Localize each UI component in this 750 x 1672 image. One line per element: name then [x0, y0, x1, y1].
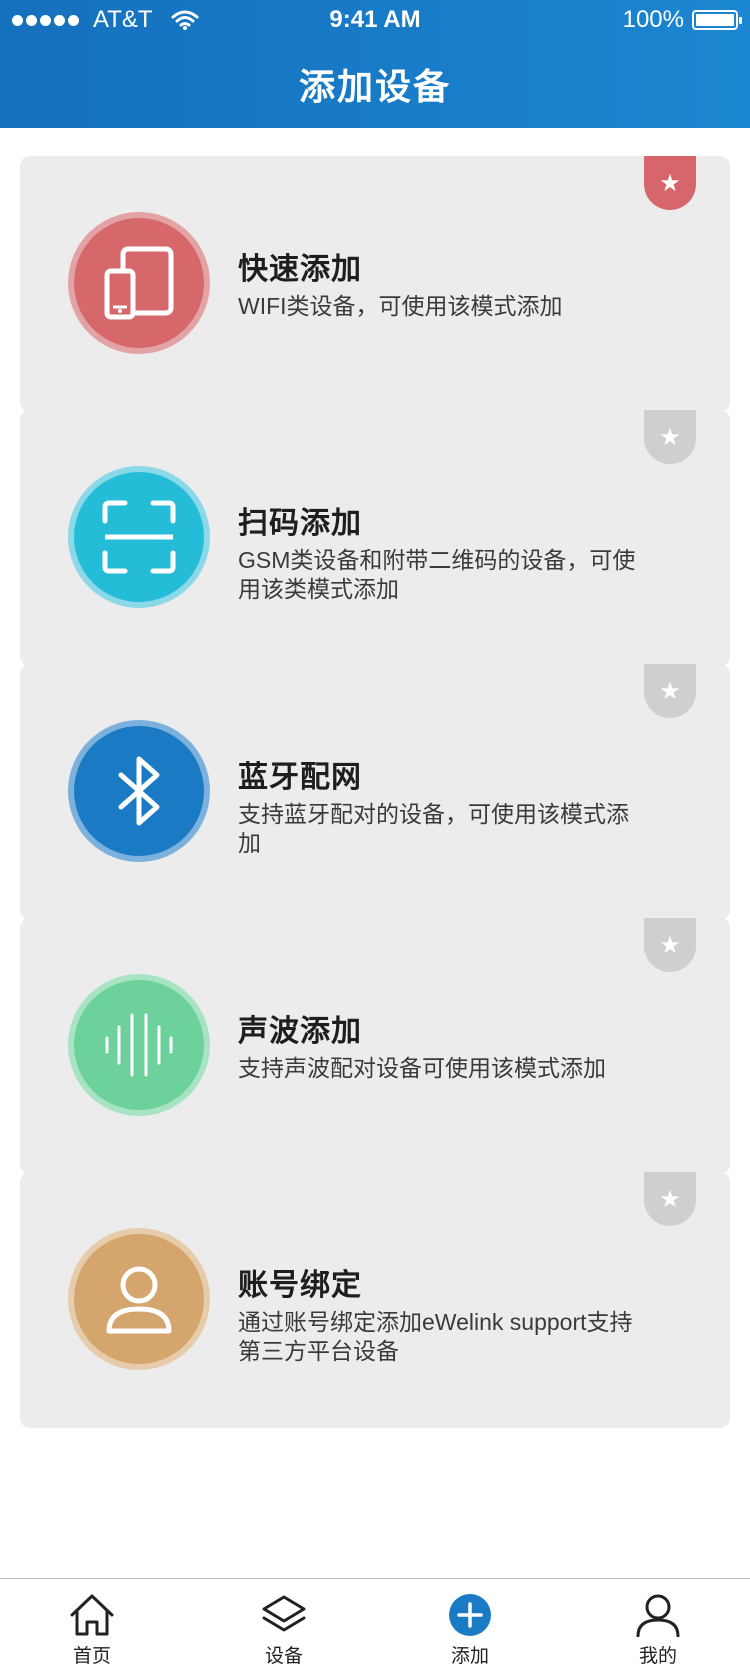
battery-icon — [692, 10, 742, 30]
tab-add[interactable]: 添加 — [410, 1579, 530, 1672]
home-icon — [70, 1594, 114, 1636]
scan-add-badge — [68, 466, 210, 608]
card-description: 支持蓝牙配对的设备，可使用该模式添加 — [238, 801, 629, 856]
page-title: 添加设备 — [298, 66, 451, 107]
tab-label: 首页 — [72, 1646, 111, 1667]
star-ribbon-icon[interactable]: ★ — [644, 156, 696, 210]
tab-label: 设备 — [264, 1646, 303, 1667]
devices-icon — [104, 246, 174, 320]
card-title: 账号绑定 — [238, 1269, 362, 1302]
card-description: GSM类设备和附带二维码的设备，可使用该类模式添加 — [238, 547, 636, 602]
quick-add-badge — [68, 212, 210, 354]
tab-profile[interactable]: 我的 — [598, 1579, 718, 1672]
card-title: 蓝牙配网 — [238, 761, 362, 794]
card-account-bind[interactable]: ★ 账号绑定 通过账号绑定添加eWelink support支持第三方平台设备 — [20, 1172, 730, 1428]
star-ribbon-icon[interactable]: ★ — [644, 664, 696, 718]
battery-percent: 100% — [622, 6, 684, 33]
card-scan-add[interactable]: ★ 扫码添加 GSM类设备和附带二维码的设备，可使用该类模式添加 — [20, 410, 730, 666]
card-description: 通过账号绑定添加eWelink support支持第三方平台设备 — [238, 1309, 633, 1364]
card-description: WIFI类设备，可使用该模式添加 — [238, 293, 563, 319]
card-quick-add[interactable]: ★ 快速添加 WIFI类设备，可使用该模式添加 — [20, 156, 730, 412]
bluetooth-badge — [68, 720, 210, 862]
card-title: 快速添加 — [238, 253, 362, 286]
layers-icon — [262, 1595, 306, 1632]
tab-home[interactable]: 首页 — [32, 1579, 152, 1672]
soundwave-badge — [68, 974, 210, 1116]
star-ribbon-icon[interactable]: ★ — [644, 1172, 696, 1226]
user-icon — [106, 1266, 172, 1334]
bluetooth-icon — [118, 756, 160, 826]
tab-devices[interactable]: 设备 — [224, 1579, 344, 1672]
card-title: 声波添加 — [238, 1015, 362, 1048]
account-bind-badge — [68, 1228, 210, 1370]
card-soundwave[interactable]: ★ 声波添加 支持声波配对设备可使用该模式添加 — [20, 918, 730, 1174]
star-ribbon-icon[interactable]: ★ — [644, 918, 696, 972]
card-title: 扫码添加 — [238, 507, 362, 540]
star-ribbon-icon[interactable]: ★ — [644, 410, 696, 464]
card-bluetooth[interactable]: ★ 蓝牙配网 支持蓝牙配对的设备，可使用该模式添加 — [20, 664, 730, 920]
soundwave-icon — [105, 1013, 173, 1077]
profile-icon — [636, 1594, 680, 1637]
tab-label: 我的 — [638, 1646, 677, 1667]
card-description: 支持声波配对设备可使用该模式添加 — [238, 1055, 606, 1081]
scan-icon — [102, 500, 176, 574]
bottom-tab-bar: 首页 设备 添加 我的 — [0, 1578, 750, 1672]
status-bar: AT&T 9:41 AM 100% — [0, 0, 750, 40]
battery-info: 100% — [622, 0, 742, 40]
add-icon — [449, 1594, 491, 1636]
header-bar: AT&T 9:41 AM 100% 添加设备 — [0, 0, 750, 128]
tab-label: 添加 — [450, 1646, 489, 1667]
